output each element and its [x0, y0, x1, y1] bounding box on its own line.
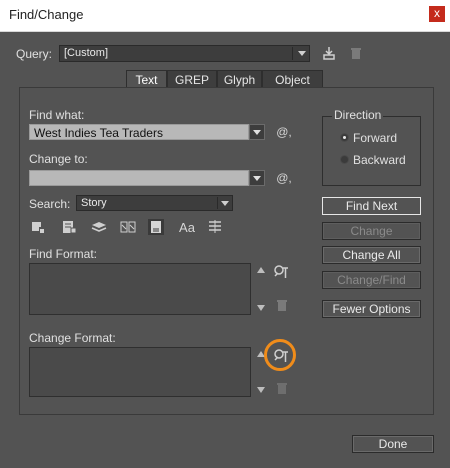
specify-find-format-icon[interactable] [273, 264, 289, 280]
find-format-box[interactable] [29, 263, 251, 315]
save-query-icon[interactable] [321, 45, 337, 61]
direction-group [322, 116, 421, 186]
find-next-button[interactable]: Find Next [322, 197, 421, 215]
change-all-button[interactable]: Change All [322, 246, 421, 264]
find-what-value: West Indies Tea Traders [34, 126, 163, 140]
backward-label[interactable]: Backward [353, 153, 406, 167]
chevron-down-icon [253, 176, 261, 181]
find-change-dialog: Find/Change x Query: [Custom] Text GREP … [0, 0, 450, 468]
search-scope-select[interactable]: Story [76, 195, 233, 211]
find-what-history-dropdown[interactable] [249, 124, 265, 140]
change-button[interactable]: Change [322, 222, 421, 240]
tab-grep[interactable]: GREP [167, 70, 217, 88]
chevron-down-icon [298, 51, 306, 56]
tab-object[interactable]: Object [262, 70, 323, 88]
chevron-down-icon [253, 130, 261, 135]
scroll-down-icon[interactable] [257, 387, 265, 393]
query-select-divider [292, 47, 293, 60]
change-to-history-dropdown[interactable] [249, 170, 265, 186]
change-format-box[interactable] [29, 347, 251, 397]
highlight-ring [264, 339, 296, 371]
change-to-label: Change to: [29, 152, 88, 166]
search-label: Search: [29, 197, 71, 211]
forward-label[interactable]: Forward [353, 131, 397, 145]
search-scope-value: Story [81, 197, 107, 209]
scroll-up-icon[interactable] [257, 267, 265, 273]
find-special-characters-icon[interactable]: @, [274, 125, 294, 139]
include-locked-stories-icon[interactable] [61, 219, 77, 235]
find-what-label: Find what: [29, 108, 85, 122]
query-value: [Custom] [64, 47, 109, 59]
chevron-down-icon [221, 201, 229, 206]
include-hidden-layers-icon[interactable] [91, 219, 107, 235]
direction-label: Direction [332, 108, 384, 122]
change-format-label: Change Format: [29, 331, 116, 345]
include-master-pages-icon[interactable] [120, 219, 136, 235]
radio-backward[interactable] [340, 155, 349, 164]
radio-forward[interactable] [340, 133, 349, 142]
whole-word-icon[interactable] [207, 219, 223, 235]
delete-query-icon[interactable] [348, 45, 364, 61]
find-format-scrollbar[interactable] [255, 263, 267, 315]
query-label: Query: [16, 47, 53, 61]
scroll-down-icon[interactable] [257, 305, 265, 311]
change-find-button[interactable]: Change/Find [322, 271, 421, 289]
close-button[interactable]: x [429, 6, 445, 22]
title-bar[interactable]: Find/Change x [0, 0, 450, 32]
tab-glyph[interactable]: Glyph [217, 70, 262, 88]
search-scope-divider [217, 197, 218, 209]
change-special-characters-icon[interactable]: @, [274, 171, 294, 185]
change-to-input[interactable] [29, 170, 249, 186]
include-locked-layers-icon[interactable] [30, 219, 46, 235]
clear-find-format-icon[interactable] [274, 297, 290, 313]
window-title: Find/Change [9, 7, 84, 22]
case-sensitive-icon[interactable]: Aa [177, 220, 197, 235]
fewer-options-button[interactable]: Fewer Options [322, 300, 421, 318]
done-button[interactable]: Done [352, 435, 434, 453]
tab-text[interactable]: Text [126, 70, 167, 88]
query-select[interactable]: [Custom] [59, 45, 310, 62]
include-footnotes-icon[interactable] [148, 219, 164, 235]
find-what-input[interactable]: West Indies Tea Traders [29, 124, 249, 140]
find-format-label: Find Format: [29, 247, 98, 261]
clear-change-format-icon[interactable] [274, 380, 290, 396]
